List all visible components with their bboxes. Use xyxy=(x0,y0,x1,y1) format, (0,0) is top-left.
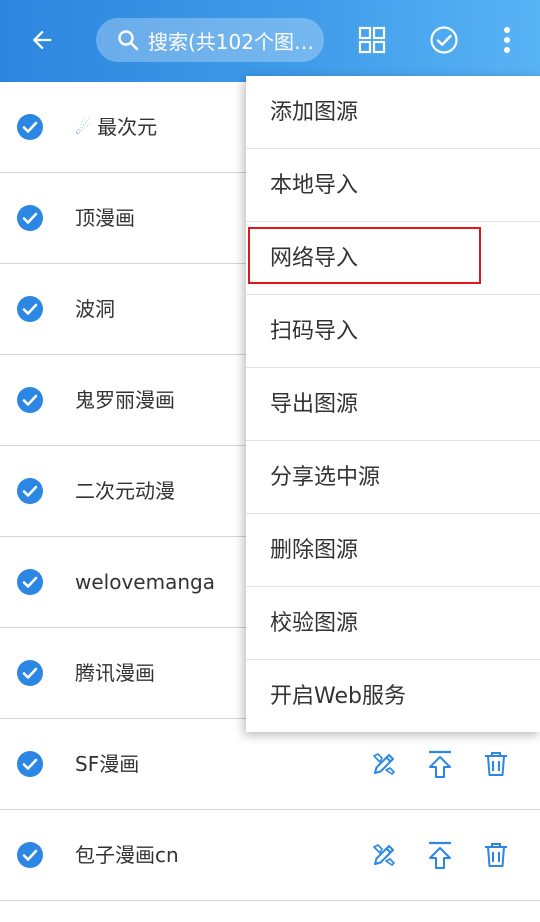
checkbox-checked-icon[interactable] xyxy=(16,386,44,414)
source-name: 二次元动漫 xyxy=(75,479,175,503)
source-name: 腾讯漫画 xyxy=(75,661,155,685)
checkbox-checked-icon[interactable] xyxy=(16,659,44,687)
search-input[interactable]: 搜索(共102个图… xyxy=(96,18,324,62)
check-circle-icon xyxy=(430,26,458,54)
delete-button[interactable] xyxy=(482,840,510,870)
source-name: 顶漫画 xyxy=(75,206,135,230)
source-name: 鬼罗丽漫画 xyxy=(75,388,175,412)
select-all-button[interactable] xyxy=(424,20,464,60)
search-placeholder: 搜索(共102个图… xyxy=(148,29,314,54)
source-name: 波洞 xyxy=(75,297,115,321)
checkbox-checked-icon[interactable] xyxy=(16,568,44,596)
menu-item-export-sources[interactable]: 导出图源 xyxy=(246,368,540,441)
comet-icon: ☄ xyxy=(75,118,92,139)
checkbox-checked-icon[interactable] xyxy=(16,204,44,232)
source-name: welovemanga xyxy=(75,570,215,594)
arrow-up-to-top-icon xyxy=(429,841,451,869)
menu-item-network-import[interactable]: 网络导入 xyxy=(246,222,540,295)
checkbox-checked-icon[interactable] xyxy=(16,113,44,141)
menu-item-share-selected[interactable]: 分享选中源 xyxy=(246,441,540,514)
menu-item-scan-import[interactable]: 扫码导入 xyxy=(246,295,540,368)
more-options-button[interactable] xyxy=(490,20,524,60)
checkbox-checked-icon[interactable] xyxy=(16,750,44,778)
back-button[interactable] xyxy=(18,20,66,60)
source-name: SF漫画 xyxy=(75,752,140,776)
overflow-menu: 添加图源 本地导入 网络导入 扫码导入 导出图源 分享选中源 删除图源 校验图源… xyxy=(246,76,540,732)
delete-button[interactable] xyxy=(482,749,510,779)
move-to-top-button[interactable] xyxy=(426,840,454,870)
edit-button[interactable] xyxy=(370,749,398,779)
trash-icon xyxy=(485,752,507,776)
row-actions xyxy=(370,749,510,779)
menu-item-delete-sources[interactable]: 删除图源 xyxy=(246,514,540,587)
edit-icon xyxy=(373,753,395,775)
source-name: 包子漫画cn xyxy=(75,843,179,867)
checkbox-checked-icon[interactable] xyxy=(16,841,44,869)
menu-item-web-service[interactable]: 开启Web服务 xyxy=(246,660,540,733)
menu-item-verify-sources[interactable]: 校验图源 xyxy=(246,587,540,660)
grid-icon xyxy=(358,26,386,54)
checkbox-checked-icon[interactable] xyxy=(16,295,44,323)
group-view-button[interactable] xyxy=(352,20,392,60)
source-name: ☄ 最次元 xyxy=(75,115,158,139)
list-item[interactable]: 包子漫画cn xyxy=(0,810,540,901)
search-icon xyxy=(118,30,139,51)
edit-button[interactable] xyxy=(370,840,398,870)
move-to-top-button[interactable] xyxy=(426,749,454,779)
trash-icon xyxy=(485,843,507,867)
more-vert-icon xyxy=(504,27,510,53)
menu-item-add-source[interactable]: 添加图源 xyxy=(246,76,540,149)
checkbox-checked-icon[interactable] xyxy=(16,477,44,505)
arrow-back-icon xyxy=(32,30,52,50)
app-bar: 搜索(共102个图… xyxy=(0,0,540,82)
arrow-up-to-top-icon xyxy=(429,750,451,778)
menu-item-local-import[interactable]: 本地导入 xyxy=(246,149,540,222)
row-actions xyxy=(370,840,510,870)
edit-icon xyxy=(373,844,395,866)
